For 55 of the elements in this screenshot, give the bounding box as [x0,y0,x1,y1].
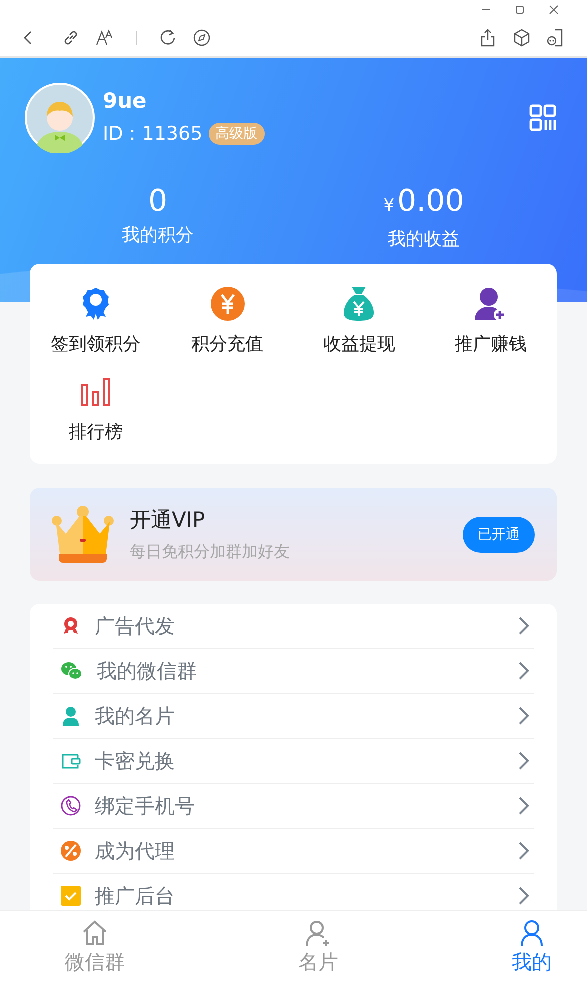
award-badge-icon [80,286,111,322]
avatar-icon [25,83,95,153]
compass-icon[interactable] [193,29,211,47]
money-bag-icon [343,286,376,322]
menu-item[interactable]: 我的微信群 [53,649,534,694]
user-id: ID：11365 [103,122,203,147]
chevron-right-icon [518,841,530,861]
chevron-right-icon [518,796,530,816]
action-item[interactable]: 签到领积分 [30,286,162,356]
stat-label: 我的积分 [122,224,194,247]
tab[interactable]: 微信群 [60,911,130,989]
menu-item[interactable]: 卡密兑换 [53,739,534,784]
vip-title: 开通VIP [130,507,206,534]
stat-value: ¥0.00 [384,185,464,221]
maximize-icon[interactable] [515,5,525,15]
chevron-right-icon [518,751,530,771]
phone-icon [61,796,81,816]
device-icon[interactable] [547,29,565,47]
vip-subtitle: 每日免积分加群加好友 [130,542,291,563]
user-icon [518,919,546,947]
chevron-right-icon [518,661,530,681]
menu-item[interactable]: 广告代发 [53,604,534,649]
font-size-icon[interactable] [96,29,114,47]
chevron-right-icon [518,886,530,906]
action-item[interactable]: 推广赚钱 [425,286,557,356]
activated-button[interactable]: 已开通 [463,516,535,552]
tab[interactable]: 我的 [507,911,557,989]
menu-item[interactable]: 绑定手机号 [53,784,534,829]
user-name: 9ue [103,89,148,113]
close-icon[interactable] [549,5,559,15]
home-icon [81,919,109,947]
cube-icon[interactable] [513,29,531,47]
person-icon [61,706,81,726]
level-badge: 高级版 [208,123,265,145]
percent-icon [61,841,81,861]
action-item[interactable]: 积分充值 [162,286,294,356]
menu-item[interactable]: 我的名片 [53,694,534,739]
yuan-coin-icon [210,286,245,322]
action-item[interactable]: 排行榜 [30,374,162,444]
tab[interactable]: 名片 [294,911,344,989]
share-icon[interactable] [479,29,497,47]
action-item[interactable]: 收益提现 [294,286,426,356]
refresh-icon[interactable] [159,29,177,47]
link-icon[interactable] [62,29,80,47]
crown-icon [52,506,114,564]
chevron-right-icon [518,706,530,726]
checkbox-icon [61,886,81,906]
chevron-right-icon [518,616,530,636]
award-ribbon-icon [61,616,81,636]
back-icon[interactable] [22,30,34,46]
menu-item[interactable]: 成为代理 [53,829,534,874]
stat-label: 我的收益 [388,228,460,251]
chat-bubbles-icon [61,661,83,681]
stat-value: 0 [148,185,168,219]
qr-code-icon[interactable] [529,104,557,132]
